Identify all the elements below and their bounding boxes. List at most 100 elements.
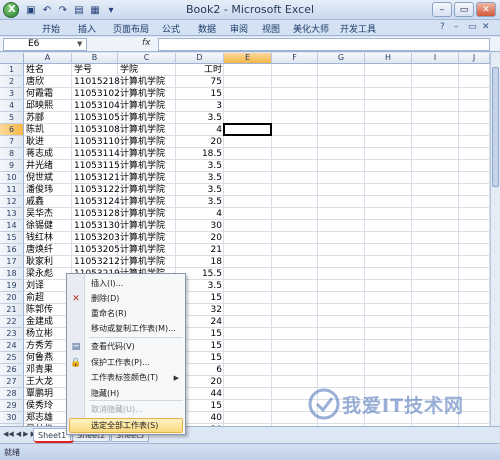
cell-c[interactable]: 计算机学院 [120, 124, 184, 136]
menu-item-6[interactable]: 保护工作表(P)... [91, 356, 150, 370]
cell-c[interactable]: 计算机学院 [120, 220, 184, 232]
cell-a[interactable]: 何霞霜 [26, 88, 71, 100]
row-header[interactable]: 8 [0, 148, 24, 160]
prev-sheet-icon[interactable]: ◀ [16, 430, 21, 438]
column-header-h[interactable]: H [365, 53, 412, 64]
next-sheet-icon[interactable]: ▶ [23, 430, 28, 438]
row-header[interactable]: 5 [0, 112, 24, 124]
cell-a[interactable]: 井光绪 [26, 160, 71, 172]
row-header[interactable]: 6 [0, 124, 24, 136]
cell-a[interactable]: 蒋志成 [26, 148, 71, 160]
column-header-a[interactable]: A [24, 53, 72, 64]
cell-d[interactable]: 20 [177, 136, 222, 148]
row-header[interactable]: 11 [0, 184, 24, 196]
row-header[interactable]: 4 [0, 100, 24, 112]
cell-a[interactable]: 郑志雄 [26, 412, 71, 424]
row-header[interactable]: 22 [0, 316, 24, 328]
cell-c[interactable]: 计算机学院 [120, 112, 184, 124]
cell-c[interactable]: 计算机学院 [120, 172, 184, 184]
column-header-e[interactable]: E [224, 53, 272, 64]
tab-page-layout[interactable]: 页面布局 [113, 22, 149, 35]
fx-icon[interactable]: fx [142, 38, 151, 48]
cell-d[interactable]: 30 [177, 220, 222, 232]
cell-a[interactable]: 姓名 [26, 64, 71, 76]
row-header[interactable]: 15 [0, 232, 24, 244]
cell-d[interactable]: 3.5 [177, 160, 222, 172]
tab-data[interactable]: 数据 [198, 22, 216, 35]
column-header-j[interactable]: J [459, 53, 490, 64]
menu-item-8[interactable]: 隐藏(H) [91, 387, 119, 401]
cell-a[interactable]: 何鲁燕 [26, 352, 71, 364]
row-header[interactable]: 26 [0, 364, 24, 376]
row-header[interactable]: 1 [0, 64, 24, 76]
vertical-scrollbar[interactable] [490, 53, 500, 426]
row-header[interactable]: 12 [0, 196, 24, 208]
cell-a[interactable]: 戚鑫 [26, 196, 71, 208]
cell-c[interactable]: 学院 [120, 64, 184, 76]
column-header-f[interactable]: F [272, 53, 318, 64]
menu-item-5[interactable]: 查看代码(V) [91, 340, 135, 354]
column-header-d[interactable]: D [176, 53, 224, 64]
row-header[interactable]: 17 [0, 256, 24, 268]
cell-c[interactable]: 计算机学院 [120, 148, 184, 160]
row-header[interactable]: 7 [0, 136, 24, 148]
menu-item-1[interactable]: 插入(I)... [91, 277, 123, 291]
cell-a[interactable]: 刘译 [26, 280, 71, 292]
cell-a[interactable]: 杨立彬 [26, 328, 71, 340]
minimize-button[interactable]: – [432, 2, 452, 17]
chevron-down-icon[interactable]: ▼ [77, 40, 82, 48]
tab-formulas[interactable]: 公式 [162, 22, 180, 35]
cell-c[interactable]: 计算机学院 [120, 100, 184, 112]
cell-d[interactable]: 4 [177, 208, 222, 220]
cell-c[interactable]: 计算机学院 [120, 196, 184, 208]
tab-review[interactable]: 审阅 [230, 22, 248, 35]
cell-a[interactable]: 徐锡健 [26, 220, 71, 232]
cell-d[interactable]: 3 [177, 100, 222, 112]
row-header[interactable]: 24 [0, 340, 24, 352]
row-header[interactable]: 25 [0, 352, 24, 364]
cell-c[interactable]: 计算机学院 [120, 256, 184, 268]
restore-button[interactable]: ▭ [454, 2, 474, 17]
row-header[interactable]: 18 [0, 268, 24, 280]
cell-a[interactable]: 倪世斌 [26, 172, 71, 184]
cell-d[interactable]: 75 [177, 76, 222, 88]
cell-d[interactable]: 18 [177, 256, 222, 268]
row-header[interactable]: 2 [0, 76, 24, 88]
name-box[interactable]: E6 [3, 38, 87, 51]
column-header-g[interactable]: G [318, 53, 365, 64]
close-button[interactable]: ✕ [476, 2, 496, 17]
cell-a[interactable]: 覃鹏玥 [26, 388, 71, 400]
cell-c[interactable]: 计算机学院 [120, 160, 184, 172]
row-header[interactable]: 3 [0, 88, 24, 100]
row-header[interactable]: 13 [0, 208, 24, 220]
tab-view[interactable]: 视图 [262, 22, 280, 35]
cell-a[interactable]: 潘俊玮 [26, 184, 71, 196]
row-header[interactable]: 20 [0, 292, 24, 304]
menu-item-9[interactable]: 取消隐藏(U)... [91, 403, 143, 417]
ribbon-restore-icon[interactable]: ▭ [468, 22, 477, 32]
cell-a[interactable]: 梁永彪 [26, 268, 71, 280]
cell-c[interactable]: 计算机学院 [120, 76, 184, 88]
ribbon-minimize-icon[interactable]: – [454, 22, 459, 32]
cell-a[interactable]: 苏郦 [26, 112, 71, 124]
help-icon[interactable]: ? [440, 22, 445, 32]
cell-a[interactable]: 金建成 [26, 316, 71, 328]
row-header[interactable]: 30 [0, 412, 24, 424]
cell-a[interactable]: 耿进 [26, 136, 71, 148]
formula-input[interactable] [158, 38, 490, 51]
row-header[interactable]: 27 [0, 376, 24, 388]
cell-a[interactable]: 唐欣 [26, 76, 71, 88]
cell-a[interactable]: 耿家利 [26, 256, 71, 268]
cell-a[interactable]: 邱映熙 [26, 100, 71, 112]
row-header[interactable]: 9 [0, 160, 24, 172]
cell-d[interactable]: 3.5 [177, 196, 222, 208]
cell-d[interactable]: 3.5 [177, 172, 222, 184]
cell-a[interactable]: 唐焕纤 [26, 244, 71, 256]
cell-a[interactable]: 吴华杰 [26, 208, 71, 220]
cell-c[interactable]: 计算机学院 [120, 88, 184, 100]
cell-c[interactable]: 计算机学院 [120, 208, 184, 220]
cell-c[interactable]: 计算机学院 [120, 244, 184, 256]
tab-developer[interactable]: 开发工具 [340, 22, 376, 35]
cell-a[interactable]: 钱红林 [26, 232, 71, 244]
tab-insert[interactable]: 插入 [78, 22, 96, 35]
